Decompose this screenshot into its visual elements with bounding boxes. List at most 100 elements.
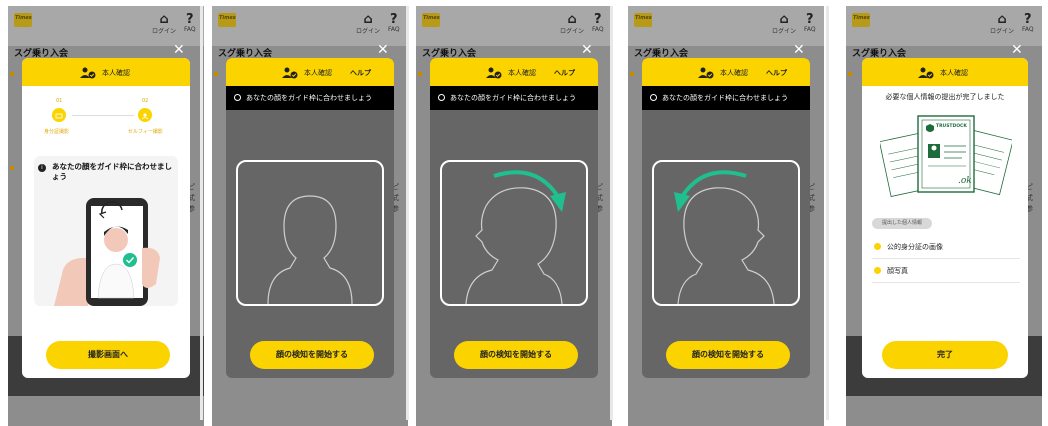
identity-icon [80, 67, 96, 79]
capture-modal: 本人確認 ヘルプ あなたの顔をガイド枠に合わせましょう 顔の検知を開始する [226, 58, 394, 378]
bg-bullet [848, 72, 852, 76]
scrollbar[interactable] [200, 6, 203, 420]
modal-title: 本人確認 [304, 69, 332, 77]
trustdock-stamp: TRUSTDOCK [936, 124, 967, 129]
close-icon[interactable]: ✕ [173, 42, 185, 58]
head-profile-left [674, 170, 775, 305]
identity-icon [486, 67, 502, 79]
scrollbar[interactable] [826, 6, 829, 420]
head-silhouette [267, 195, 353, 305]
modal-header: 本人確認 ヘルプ [642, 58, 810, 86]
times-logo[interactable]: Times [14, 13, 32, 27]
info-icon: i [38, 164, 46, 172]
faq-button[interactable]: ? FAQ [388, 13, 400, 33]
guide-bar: あなたの顔をガイド枠に合わせましょう [642, 86, 810, 110]
turn-right-arrow-icon [493, 170, 562, 202]
guide-card: i あなたの顔をガイド枠に合わせましょう [34, 156, 178, 306]
modal-header: 本人確認 ヘルプ [430, 58, 598, 86]
bg-bullet [214, 72, 218, 76]
help-link[interactable]: ヘルプ [766, 68, 787, 78]
times-logo[interactable]: Times [634, 13, 652, 27]
submitted-item: 公的身分証の画像 [874, 242, 943, 252]
phone-capture-1: Times ⌂ ログイン ? FAQ スグ乗り入会 ✕ ピ式参 本人確認 ヘルプ [212, 6, 408, 426]
modal-header: 本人確認 ヘルプ [226, 58, 394, 86]
login-button[interactable]: ⌂ ログイン [152, 13, 176, 35]
complete-modal: 本人確認 必要な個人情報の提出が完了しました TRUSTDOCK .ok 提出し… [862, 58, 1028, 378]
bg-bullet [10, 166, 14, 170]
login-button[interactable]: ⌂ ログイン [772, 13, 796, 35]
close-icon[interactable]: ✕ [377, 42, 389, 58]
start-face-detection-button[interactable]: 顔の検知を開始する [666, 341, 790, 369]
check-circle-icon [438, 94, 445, 101]
help-link[interactable]: ヘルプ [350, 68, 371, 78]
lock-icon: ⌂ [363, 12, 373, 27]
times-logo[interactable]: Times [422, 13, 440, 27]
modal-title: 本人確認 [720, 69, 748, 77]
identity-icon [282, 67, 298, 79]
faq-button[interactable]: ? FAQ [184, 13, 196, 33]
capture-modal: 本人確認 ヘルプ あなたの顔をガイド枠に合わせましょう 顔の検知を開始する [430, 58, 598, 378]
divider [872, 282, 1020, 283]
identity-icon [698, 67, 714, 79]
guide-bar: あなたの顔をガイド枠に合わせましょう [430, 86, 598, 110]
start-face-detection-button[interactable]: 顔の検知を開始する [250, 341, 374, 369]
go-to-capture-button[interactable]: 撮影画面へ [46, 341, 170, 369]
step1-number: 01 [56, 98, 63, 104]
bg-bullet [10, 72, 14, 76]
divider [872, 258, 1020, 259]
faq-button[interactable]: ? FAQ [804, 13, 816, 33]
times-logo[interactable]: Times [218, 13, 236, 27]
help-link[interactable]: ヘルプ [554, 68, 575, 78]
question-icon: ? [390, 12, 398, 27]
question-icon: ? [1024, 12, 1032, 27]
capture-modal: 本人確認 ヘルプ あなたの顔をガイド枠に合わせましょう 顔の検知を開始する [642, 58, 810, 378]
start-face-detection-button[interactable]: 顔の検知を開始する [454, 341, 578, 369]
lock-icon: ⌂ [567, 12, 577, 27]
scrollbar[interactable] [610, 6, 613, 420]
modal-header: 本人確認 [22, 58, 190, 86]
close-icon[interactable]: ✕ [793, 42, 805, 58]
phone-intro: Times ⌂ ログイン ? FAQ スグ乗り入会 ✕ ピ式参 本人確認 01 … [8, 6, 204, 426]
times-logo[interactable]: Times [852, 13, 870, 27]
step2-label: セルフィー撮影 [128, 129, 163, 135]
face-guide-frame [236, 160, 384, 306]
stage: Times ⌂ ログイン ? FAQ スグ乗り入会 ✕ ピ式参 本人確認 01 … [0, 0, 1048, 426]
lock-icon: ⌂ [159, 12, 169, 27]
identity-icon [918, 67, 934, 79]
modal-header: 本人確認 [862, 58, 1028, 86]
faq-button[interactable]: ? FAQ [592, 13, 604, 33]
selfie-icon [138, 108, 152, 122]
id-card-icon [52, 108, 66, 122]
face-guide-frame [652, 160, 800, 306]
phone-complete: Times ⌂ ログイン ? FAQ スグ乗り入会 ✕ ピ式参 本人確認 必要な… [846, 6, 1042, 426]
selfie-illustration [54, 198, 160, 306]
phone-capture-2: Times ⌂ ログイン ? FAQ スグ乗り入会 ✕ ピ式参 本人確認 ヘルプ [416, 6, 612, 426]
check-circle-icon [650, 94, 657, 101]
guide-bar: あなたの顔をガイド枠に合わせましょう [226, 86, 394, 110]
modal-title: 本人確認 [508, 69, 536, 77]
bg-bullet [418, 72, 422, 76]
question-icon: ? [186, 12, 194, 27]
faq-button[interactable]: ? FAQ [1022, 13, 1034, 33]
complete-button[interactable]: 完了 [882, 341, 1008, 369]
step2-number: 02 [142, 98, 149, 104]
close-icon[interactable]: ✕ [1011, 42, 1023, 58]
lock-icon: ⌂ [997, 12, 1007, 27]
submitted-info-pill: 提出した個人情報 [872, 218, 932, 229]
step-indicator: 01 02 身分証撮影 セルフィー撮影 [42, 98, 172, 148]
login-button[interactable]: ⌂ ログイン [990, 13, 1014, 35]
login-button[interactable]: ⌂ ログイン [356, 13, 380, 35]
check-icon [874, 267, 881, 274]
question-icon: ? [594, 12, 602, 27]
check-circle-icon [234, 94, 241, 101]
step-connector [72, 115, 134, 116]
guide-text: あなたの顔をガイド枠に合わせましょう [52, 162, 172, 181]
check-icon [874, 243, 881, 250]
head-profile-right [465, 170, 566, 305]
face-guide-frame [440, 160, 588, 306]
bg-bullet [630, 72, 634, 76]
close-icon[interactable]: ✕ [581, 42, 593, 58]
login-button[interactable]: ⌂ ログイン [560, 13, 584, 35]
scrollbar[interactable] [406, 6, 409, 420]
completion-message: 必要な個人情報の提出が完了しました [885, 93, 1005, 101]
